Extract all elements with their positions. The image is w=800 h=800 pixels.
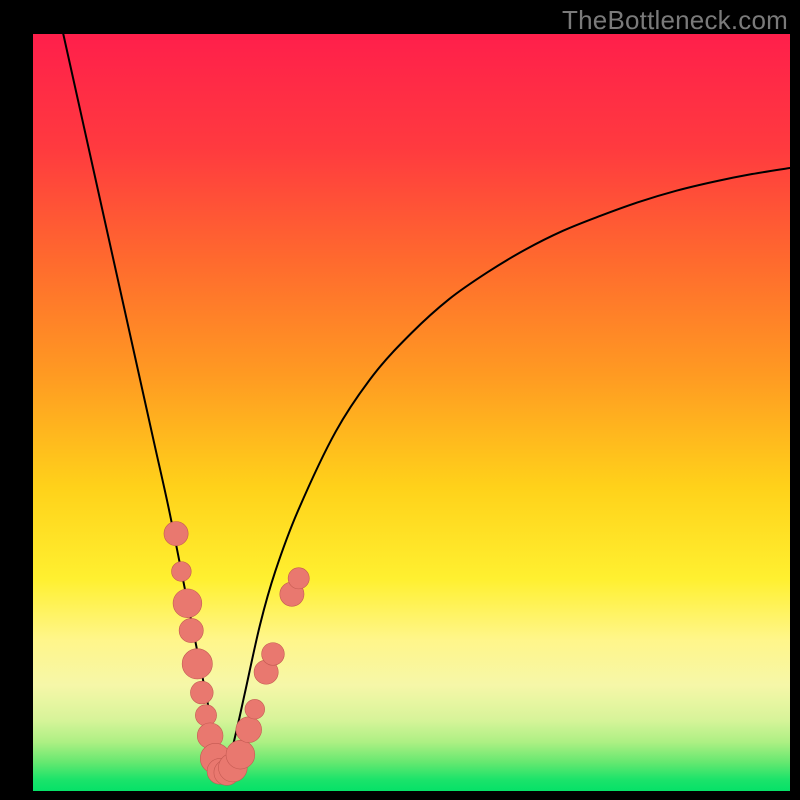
- scatter-dot: [236, 717, 262, 743]
- scatter-dot: [288, 568, 309, 589]
- scatter-dot: [179, 618, 203, 642]
- scatter-dot: [195, 705, 216, 726]
- scatter-dot: [226, 740, 255, 769]
- watermark-label: TheBottleneck.com: [562, 5, 788, 36]
- scatter-dot: [182, 649, 212, 679]
- scatter-dot: [172, 562, 192, 582]
- scatter-dot: [190, 681, 213, 704]
- plot-area: [33, 34, 790, 791]
- chart-svg: [33, 34, 790, 791]
- scatter-dot: [245, 699, 265, 719]
- chart-frame: TheBottleneck.com: [0, 0, 800, 800]
- scatter-dot: [164, 522, 188, 546]
- scatter-dot: [262, 643, 285, 666]
- scatter-dot: [173, 589, 202, 618]
